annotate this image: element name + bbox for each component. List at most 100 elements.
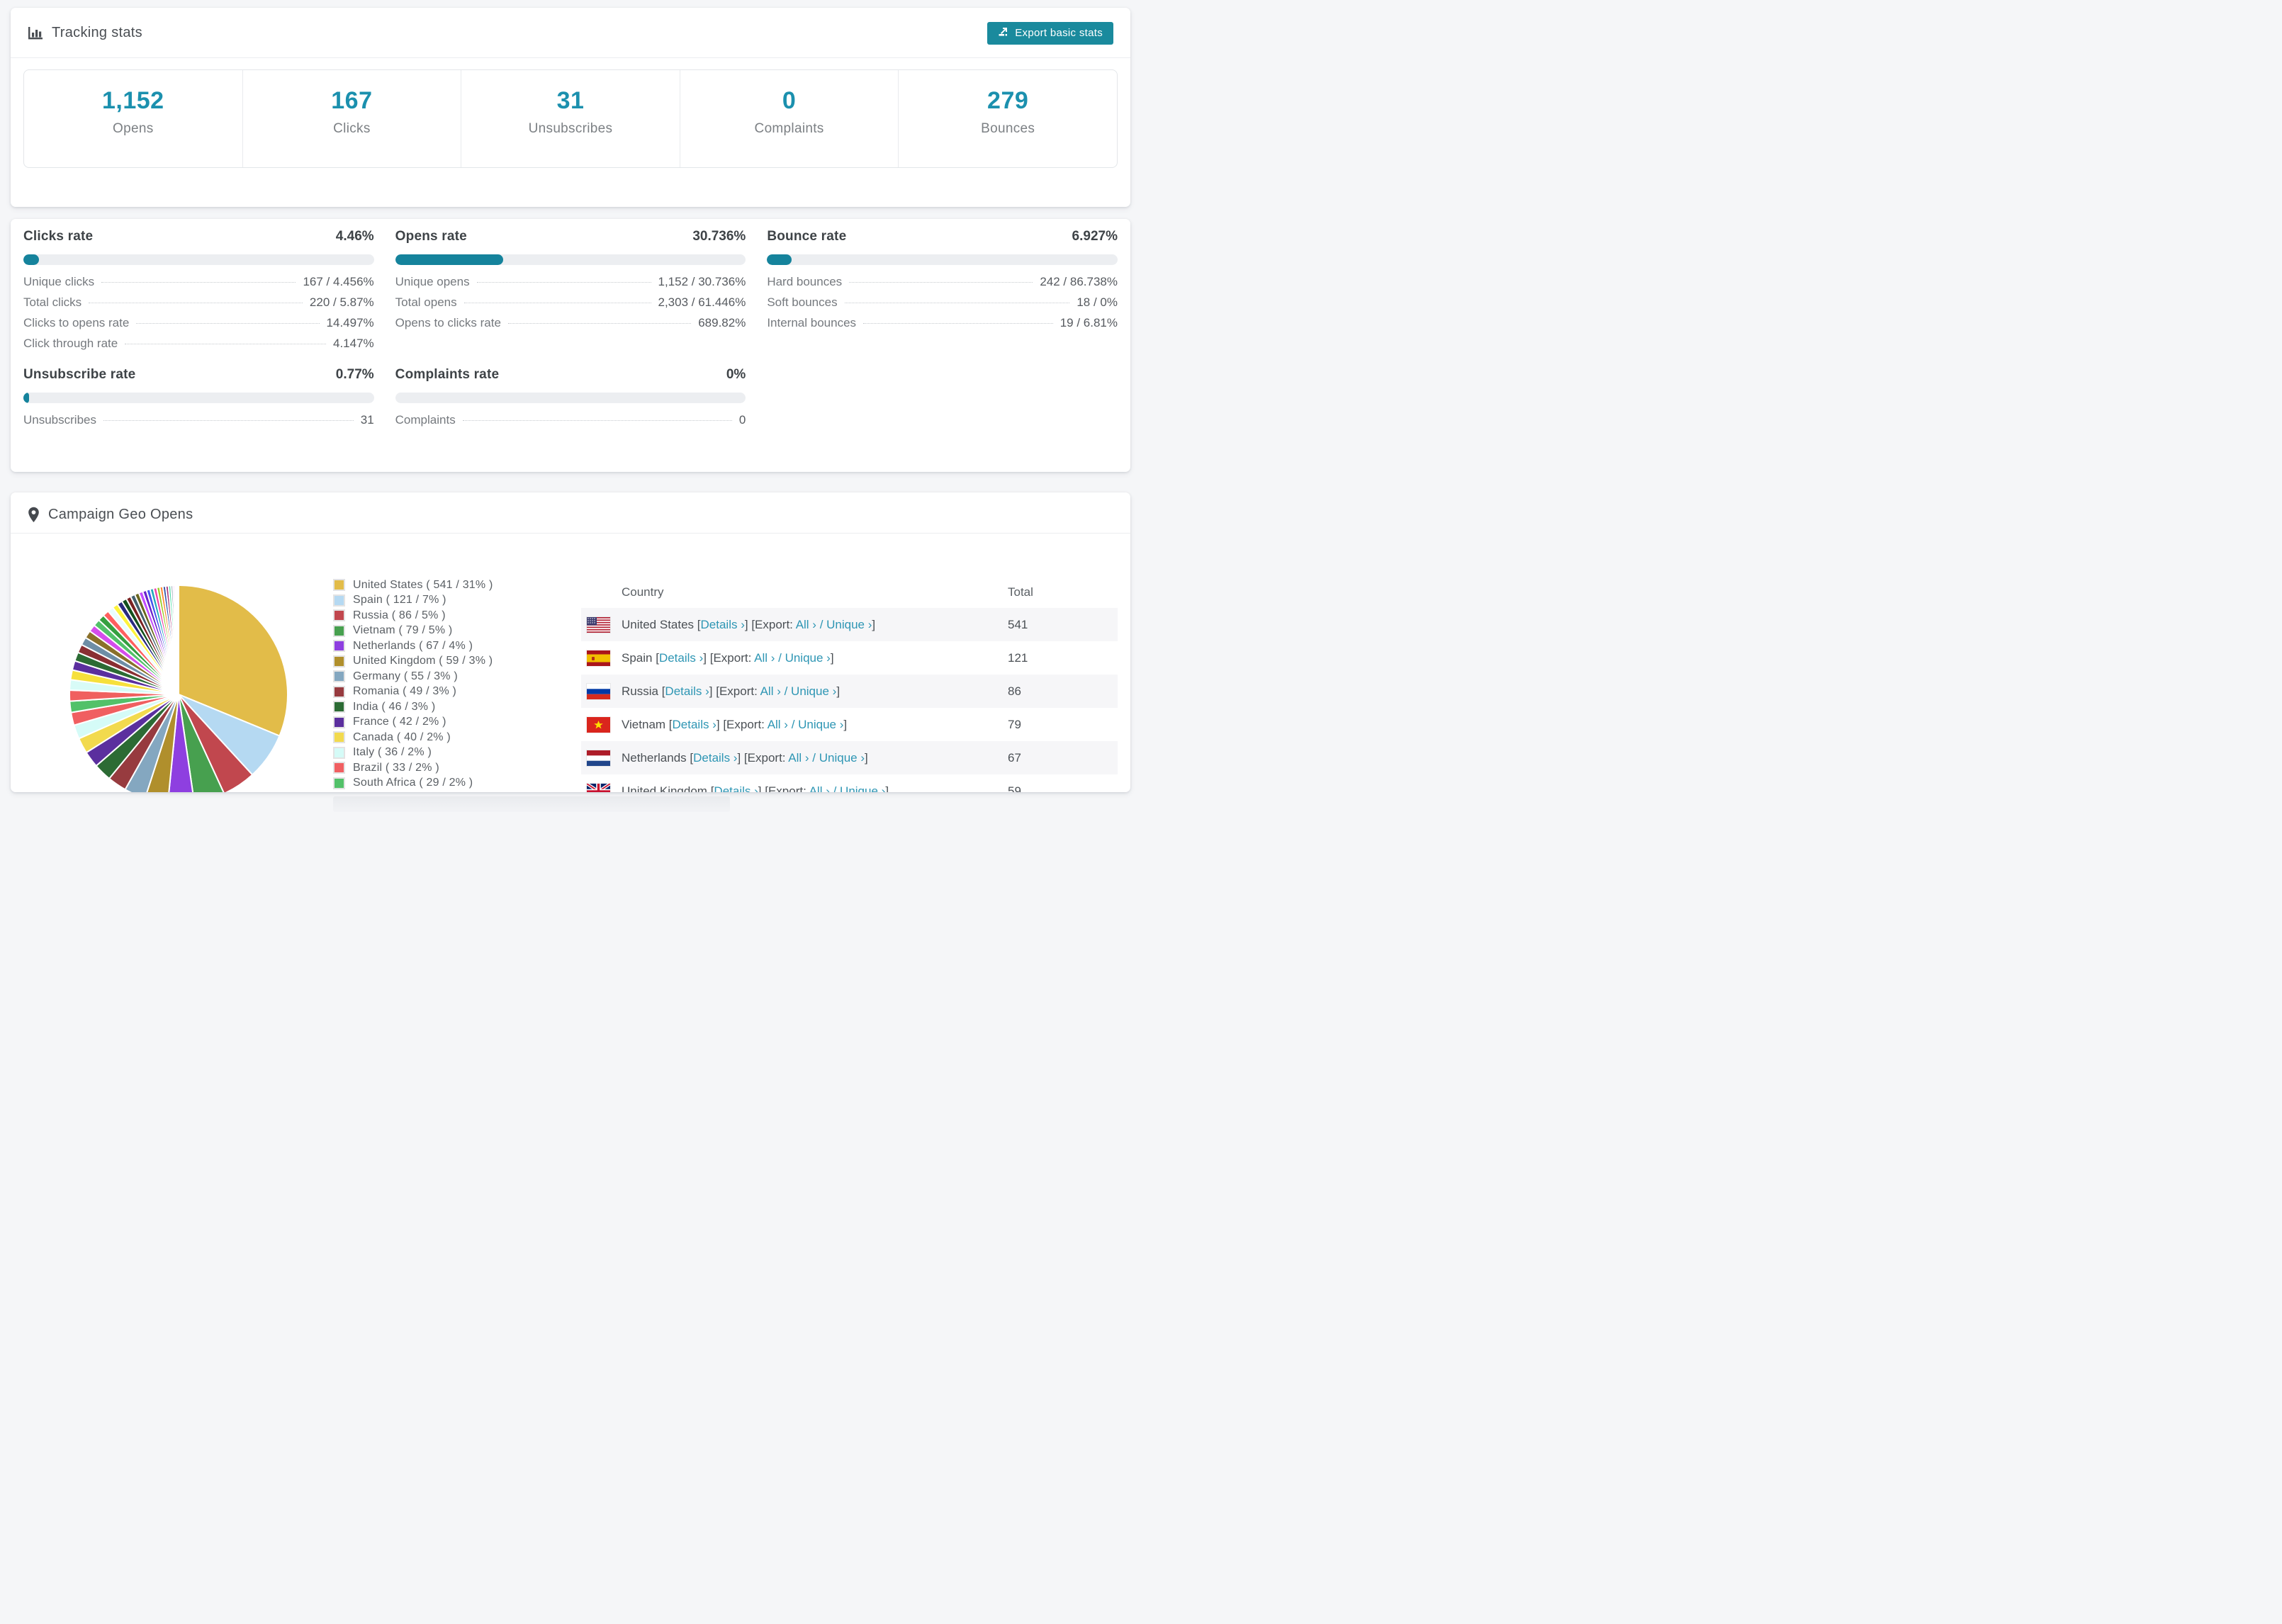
export-unique-link[interactable]: Unique ›: [826, 618, 872, 631]
rate-pct-value: 4.46%: [335, 229, 374, 244]
geo-opens-table: Country Total United States [Details ›] …: [581, 576, 1118, 792]
export-icon: [998, 26, 1008, 40]
legend-label: Vietnam ( 79 / 5% ): [353, 624, 453, 637]
country-name: United Kingdom: [622, 784, 711, 793]
stat-cell-opens: 1,152 Opens: [24, 70, 242, 167]
country-cell: United Kingdom [Details ›] [Export: All …: [622, 784, 1008, 793]
country-cell: Netherlands [Details ›] [Export: All › /…: [622, 751, 1008, 765]
header-divider: [11, 57, 1130, 58]
slash: /: [829, 784, 841, 793]
column-header-total: Total: [1008, 585, 1033, 599]
rate-row: Unique opens 1,152 / 30.736%: [395, 275, 746, 295]
rate-row-label: Clicks to opens rate: [23, 316, 130, 329]
rate-pct-value: 30.736%: [692, 229, 746, 244]
ru-flag-icon: [587, 683, 610, 699]
slash: /: [816, 617, 827, 631]
geo-table-header-row: Country Total: [581, 576, 1118, 608]
export-unique-link[interactable]: Unique ›: [840, 784, 885, 793]
map-pin-icon: [28, 507, 40, 523]
details-link[interactable]: Details ›: [665, 684, 709, 698]
total-cell: 541: [1008, 617, 1028, 631]
dotted-leader: [136, 323, 320, 324]
total-cell: 59: [1008, 784, 1021, 793]
progress-bar-fill: [767, 254, 792, 265]
bracket: ] [Export:: [716, 717, 768, 731]
legend-label: South Africa ( 29 / 2% ): [353, 777, 473, 789]
rate-row: Total opens 2,303 / 61.446%: [395, 295, 746, 316]
details-link[interactable]: Details ›: [701, 618, 745, 631]
details-link[interactable]: Details ›: [714, 784, 758, 793]
stat-label: Unsubscribes: [528, 121, 613, 136]
export-all-link[interactable]: All ›: [754, 651, 775, 665]
progress-bar-fill: [23, 254, 40, 265]
legend-label: Netherlands ( 67 / 4% ): [353, 639, 473, 652]
stat-value: 167: [331, 87, 373, 114]
country-name: Vietnam: [622, 717, 669, 731]
bracket: ]: [872, 617, 876, 631]
details-link[interactable]: Details ›: [693, 751, 737, 765]
export-all-link[interactable]: All ›: [788, 751, 809, 765]
rate-section-clicks: Clicks rate 4.46% Unique clicks 167 / 4.456…: [23, 229, 374, 357]
bracket: ]: [836, 684, 841, 698]
legend-item-romania: Romania ( 49 / 3% ): [333, 684, 493, 700]
stat-value: 279: [987, 87, 1029, 114]
export-basic-stats-button[interactable]: Export basic stats: [987, 21, 1113, 45]
legend-swatch: [333, 640, 345, 653]
progress-bar-track: [23, 393, 374, 403]
export-unique-link[interactable]: Unique ›: [785, 651, 831, 665]
rate-pct-value: 0.77%: [335, 367, 374, 382]
details-link[interactable]: Details ›: [673, 718, 716, 731]
dotted-leader: [103, 420, 354, 421]
legend-swatch: [333, 655, 345, 667]
legend-label: United States ( 541 / 31% ): [353, 578, 493, 591]
progress-bar-track: [767, 254, 1118, 265]
export-all-link[interactable]: All ›: [809, 784, 830, 793]
legend-item-germany: Germany ( 55 / 3% ): [333, 669, 493, 684]
gb-flag-icon: [587, 783, 610, 792]
rate-title: Opens rate: [395, 229, 467, 244]
export-unique-link[interactable]: Unique ›: [819, 751, 865, 765]
country-name: United States: [622, 617, 697, 631]
stat-label: Clicks: [333, 121, 371, 136]
legend-item-united-kingdom: United Kingdom ( 59 / 3% ): [333, 654, 493, 670]
bracket: ]: [830, 650, 834, 665]
export-all-link[interactable]: All ›: [760, 684, 781, 698]
rate-row-value: 167 / 4.456%: [303, 275, 374, 288]
rate-row-value: 0: [738, 413, 746, 427]
rate-row: Click through rate 4.147%: [23, 337, 374, 357]
export-all-link[interactable]: All ›: [796, 618, 816, 631]
legend-label: Germany ( 55 / 3% ): [353, 670, 458, 682]
table-row-ru: Russia [Details ›] [Export: All › / Uniq…: [581, 675, 1118, 708]
rate-rows: Complaints 0: [395, 413, 746, 434]
rate-title: Unsubscribe rate: [23, 367, 136, 382]
nl-flag-icon: [587, 750, 610, 766]
legend-label: Spain ( 121 / 7% ): [353, 594, 446, 607]
export-unique-link[interactable]: Unique ›: [798, 718, 843, 731]
export-unique-link[interactable]: Unique ›: [791, 684, 836, 698]
stat-cell-unsubscribes: 31 Unsubscribes: [461, 70, 680, 167]
rate-row: Unsubscribes 31: [23, 413, 374, 434]
legend-item-russia: Russia ( 86 / 5% ): [333, 608, 493, 624]
page-title: Tracking stats: [52, 25, 142, 40]
legend-item-spain: Spain ( 121 / 7% ): [333, 593, 493, 609]
slash: /: [787, 717, 799, 731]
es-flag-icon: [587, 650, 610, 666]
rate-head: Bounce rate 6.927%: [767, 229, 1118, 246]
details-link[interactable]: Details ›: [659, 651, 703, 665]
rate-row: Clicks to opens rate 14.497%: [23, 316, 374, 337]
rate-pct-value: 0%: [726, 367, 746, 382]
rate-row-label: Complaints: [395, 413, 456, 427]
tracking-stats-header: Tracking stats Export basic stats: [11, 8, 1130, 45]
bracket: ] [Export:: [709, 684, 760, 698]
legend-swatch: [333, 670, 345, 683]
legend-item-united-states: United States ( 541 / 31% ): [333, 577, 493, 593]
progress-bar-track: [395, 254, 746, 265]
country-name: Russia: [622, 684, 662, 698]
country-cell: Spain [Details ›] [Export: All › / Uniqu…: [622, 651, 1008, 665]
export-all-link[interactable]: All ›: [768, 718, 788, 731]
rate-row-value: 19 / 6.81%: [1060, 316, 1118, 329]
rate-rows: Hard bounces 242 / 86.738% Soft bounces 18 …: [767, 275, 1118, 337]
rate-row-label: Unsubscribes: [23, 413, 96, 427]
geo-section-title: Campaign Geo Opens: [48, 506, 193, 522]
legend-label: France ( 42 / 2% ): [353, 716, 446, 728]
